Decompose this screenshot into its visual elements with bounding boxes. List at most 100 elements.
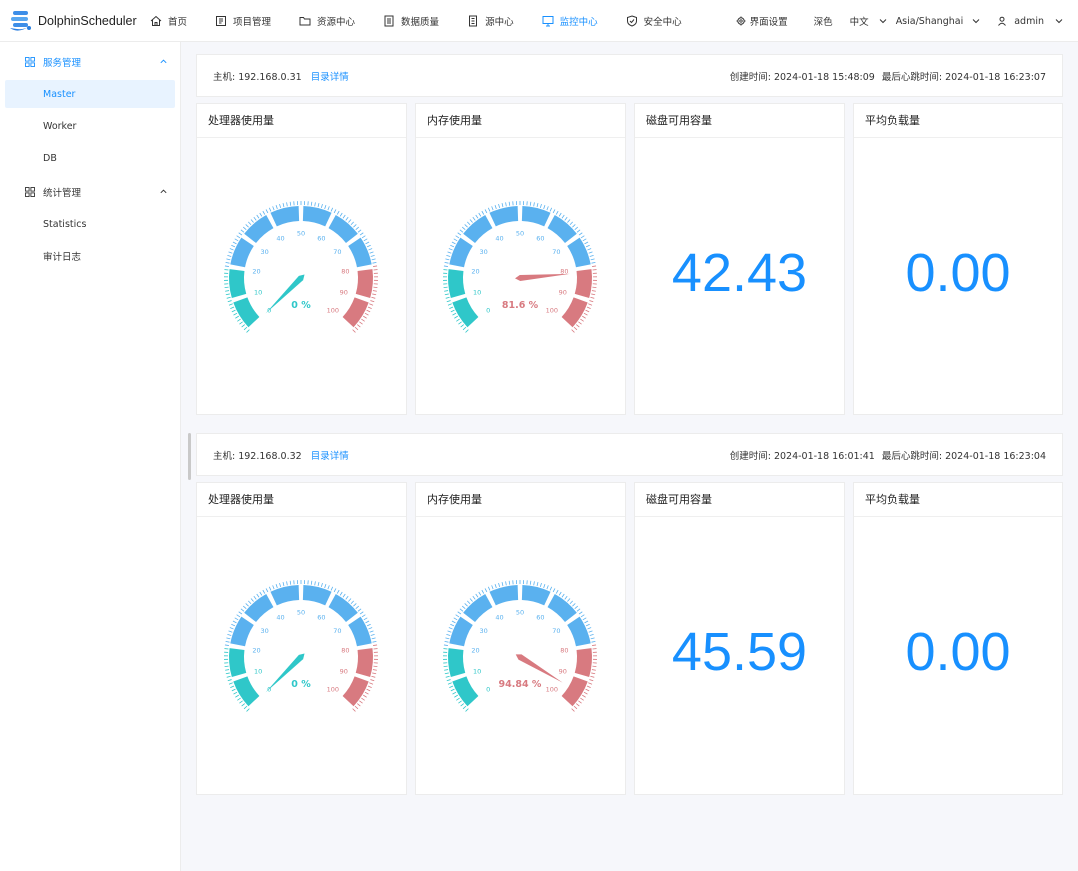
gauge-minor-tick [529,580,532,585]
ui-settings-button[interactable]: 界面设置 [736,0,788,42]
gauge-minor-tick [567,219,571,223]
sidebar-group-service[interactable]: 服务管理 [0,46,180,78]
gauge-minor-tick [491,206,494,211]
gauge-minor-tick [314,202,316,207]
gauge-tick-label: 100 [546,306,558,314]
gauge-minor-tick [247,600,252,605]
nav-home[interactable]: 首页 [150,0,187,42]
gauge-minor-tick [587,248,592,251]
sidebar-item-worker[interactable]: Worker [5,112,175,140]
gauge-minor-tick [536,203,539,208]
directory-detail-link[interactable]: 目录详情 [311,451,349,462]
gauge-minor-tick [450,244,455,248]
gauge-tick-label: 10 [473,667,481,675]
sidebar-item-statistics[interactable]: Statistics [5,210,175,238]
gauge-minor-tick [369,630,374,633]
gauge-minor-tick [282,582,285,587]
nav-data-quality[interactable]: 数据质量 [383,0,439,42]
gauge-minor-tick [552,209,556,214]
nav-datasource[interactable]: 源中心 [467,0,514,42]
gauge-minor-tick [226,675,231,678]
gauge-minor-tick [275,205,278,210]
gauge-segment [452,297,479,328]
nav-security-label: 安全中心 [643,16,682,28]
gauge-segment [521,585,551,606]
gauge-minor-tick [363,617,368,621]
gauge-minor-tick [478,591,482,596]
gauge-minor-tick [327,206,330,211]
directory-detail-link[interactable]: 目录详情 [311,72,349,83]
gauge-minor-tick [481,589,485,594]
gauge-minor-tick [582,617,587,621]
gauge-minor-tick [232,241,237,245]
gauge-tick-label: 60 [317,613,325,621]
gauge-minor-tick [240,608,245,612]
memory-gauge: 0 10 20 30 40 50 60 70 80 90 100 94.84 % [443,580,597,712]
gauge-tick-label: 10 [254,667,262,675]
gauge-segment [463,593,493,622]
nav-resource[interactable]: 资源中心 [299,0,355,42]
gauge-minor-tick [354,326,359,331]
nav-security[interactable]: 安全中心 [626,0,682,42]
gauge-minor-tick [262,210,266,215]
gauge-minor-tick [372,290,377,292]
gauge-minor-tick [238,232,243,236]
gauge-minor-tick [232,620,237,624]
shield-icon [626,14,637,27]
brand[interactable]: DolphinScheduler [0,8,140,34]
sidebar-item-db[interactable]: DB [5,144,175,172]
gauge-minor-tick [462,326,467,331]
gauge-minor-tick [228,630,233,633]
gauge-minor-tick [371,637,376,640]
gauge-tick-label: 10 [254,288,262,296]
cpu-gauge: 0 10 20 30 40 50 60 70 80 90 100 0 % [224,580,378,712]
gauge-minor-tick [279,203,282,209]
sidebar-item-worker-label: Worker [43,120,77,132]
gauge-minor-tick [498,582,501,588]
gauge-value-label: 0 % [291,679,311,690]
sidebar-item-master[interactable]: Master [5,80,175,108]
gauge-minor-tick [359,321,363,325]
gauge-minor-tick [345,595,349,600]
timezone-dropdown[interactable]: Asia/Shanghai [896,0,982,42]
gauge-minor-tick [464,603,468,607]
disk-available-card: 磁盘可用容量 45.59 [634,482,845,795]
header-tools: 界面设置 深色 中文 Asia/Shanghai admin [736,0,1078,42]
gauge-minor-tick [231,623,236,627]
gauge-minor-tick [268,586,272,591]
language-dropdown[interactable]: 中文 [850,0,888,42]
gauge-minor-tick [555,589,559,594]
theme-toggle[interactable]: 深色 [814,0,833,42]
gauge-minor-tick [225,640,230,643]
gauge-minor-tick [350,600,355,605]
gauge-minor-tick [342,593,346,598]
gauge-minor-tick [227,300,232,303]
nav-project-label: 项目管理 [233,16,272,28]
gauge-minor-tick [574,226,579,231]
gauge-minor-tick [574,605,579,610]
gauge-minor-tick [505,202,507,207]
gauge-minor-tick [236,235,241,239]
gauge-minor-tick [231,688,236,692]
content-scrollbar[interactable] [188,433,191,480]
nav-monitor[interactable]: 监控中心 [542,0,598,42]
sidebar-item-audit-log[interactable]: 审计日志 [5,242,175,270]
gauge-minor-tick [543,205,546,210]
user-menu[interactable]: admin [997,0,1064,42]
gauge-minor-tick [246,329,250,333]
gauge-minor-tick [592,644,597,646]
gauge-minor-tick [458,700,462,704]
gauge-minor-tick [501,203,504,208]
gauge-minor-tick [286,581,288,586]
gauge-minor-tick [561,214,565,219]
gauge-minor-tick [366,244,371,248]
gauge-minor-tick [549,586,553,591]
gauge-tick-label: 30 [479,248,487,256]
gauge-minor-tick [359,232,364,236]
gauge-minor-tick [445,637,450,640]
gauge-segment [233,676,260,707]
sidebar-group-statistics[interactable]: 统计管理 [0,176,180,208]
nav-project[interactable]: 项目管理 [215,0,271,42]
gauge-minor-tick [494,205,497,210]
gauge-minor-tick [459,608,464,612]
